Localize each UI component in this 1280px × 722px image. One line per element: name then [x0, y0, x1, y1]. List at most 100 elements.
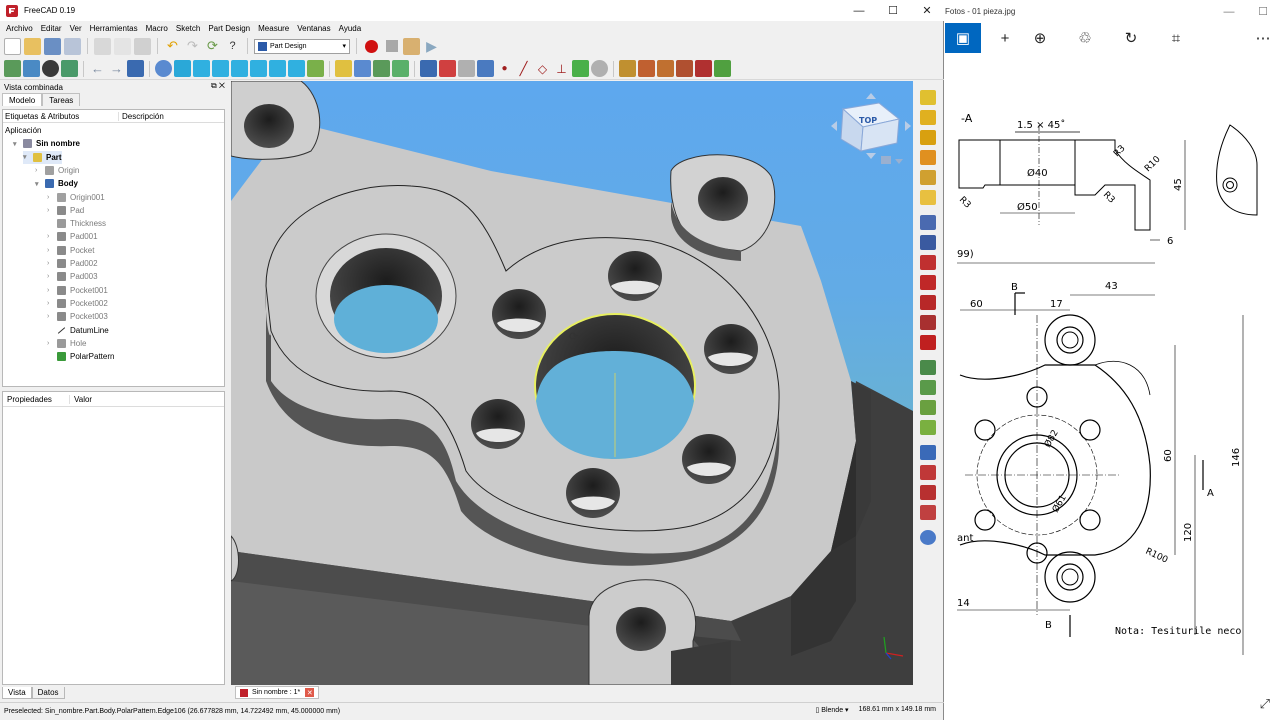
close-tab-icon[interactable]: ✕ [305, 688, 315, 697]
rotate-icon[interactable]: ↻ [1113, 23, 1149, 53]
minimize-button[interactable]: — [842, 0, 876, 21]
photos-maximize-button[interactable]: ☐ [1246, 0, 1280, 23]
save-as-icon[interactable] [64, 37, 81, 55]
zoom-icon[interactable] [155, 60, 172, 77]
thickness-icon[interactable] [920, 505, 936, 520]
tree-item-origin[interactable]: › Origin [35, 164, 79, 177]
3d-view[interactable]: ⟳ TOP [231, 81, 913, 685]
expand-icon[interactable]: ⤢ [1260, 696, 1270, 712]
expand-arrow-icon[interactable]: ▾ [23, 153, 31, 161]
linear-pattern-icon[interactable] [920, 380, 936, 395]
tree-item-origin001[interactable]: › Origin001 [47, 191, 105, 204]
more-icon[interactable]: ⋯ [1245, 23, 1280, 53]
tree-item-part[interactable]: ▾ Part [23, 150, 62, 164]
save-icon[interactable] [44, 37, 61, 55]
photos-minimize-button[interactable]: — [1212, 0, 1246, 23]
copy-icon[interactable] [114, 37, 131, 55]
property-header-value[interactable]: Valor [69, 394, 92, 404]
menu-macro[interactable]: Macro [142, 24, 172, 33]
expand-arrow-icon[interactable]: › [47, 287, 55, 294]
zoom-in-icon[interactable]: ⊕ [1022, 23, 1058, 53]
draft-icon[interactable] [920, 485, 936, 500]
menu-ventanas[interactable]: Ventanas [293, 24, 334, 33]
front-view-icon[interactable] [193, 60, 210, 77]
cut-icon[interactable] [94, 37, 111, 55]
isometric-icon[interactable] [174, 60, 191, 77]
create-sketch-icon[interactable] [439, 60, 456, 77]
clone-icon[interactable] [591, 60, 608, 77]
document-tab[interactable]: Sin nombre : 1* ✕ [235, 686, 320, 699]
stop-macro-icon[interactable] [383, 38, 400, 55]
new-file-icon[interactable] [4, 37, 21, 55]
menu-ver[interactable]: Ver [66, 24, 86, 33]
additive-helix-icon[interactable] [920, 170, 936, 185]
tree-header-labels[interactable]: Etiquetas & Atributos [3, 112, 118, 121]
tree-header-description[interactable]: Descripción [118, 111, 164, 121]
tree-item-pad[interactable]: › Pad [47, 204, 84, 217]
tab-datos[interactable]: Datos [31, 687, 65, 699]
sketch-tool-3-icon[interactable] [657, 60, 674, 77]
subtractive-loft-icon[interactable] [920, 275, 936, 290]
sketch-tool-2-icon[interactable] [638, 60, 655, 77]
create-group-icon[interactable] [354, 60, 371, 77]
polar-pattern-icon[interactable] [920, 400, 936, 415]
tab-tareas[interactable]: Tareas [42, 93, 81, 106]
local-cs-icon[interactable]: ⊥ [553, 60, 570, 77]
technical-drawing[interactable]: -A 1.5 × 45˚ Ø40 Ø50 R3 R10 R3 R3 45 6 9… [945, 55, 1280, 720]
workbench-view-icon[interactable] [127, 60, 144, 77]
pocket-tool-icon[interactable] [920, 215, 936, 230]
additive-loft-icon[interactable] [920, 130, 936, 145]
tree-item-pocket003[interactable]: › Pocket003 [47, 310, 108, 323]
fit-all-icon[interactable] [4, 60, 21, 77]
menu-sketch[interactable]: Sketch [172, 24, 204, 33]
sketch-tool-6-icon[interactable] [714, 60, 731, 77]
tree-item-polarpattern[interactable]: PolarPattern [47, 350, 114, 363]
tree-item-thickness[interactable]: Thickness [47, 217, 106, 230]
bottom-view-icon[interactable] [269, 60, 286, 77]
create-part-icon[interactable] [335, 60, 352, 77]
expand-arrow-icon[interactable]: ▾ [35, 180, 43, 188]
tree-item-datumline[interactable]: DatumLine [47, 324, 109, 337]
tab-vista[interactable]: Vista [2, 687, 32, 699]
delete-icon[interactable]: ♲ [1067, 23, 1103, 53]
property-header-name[interactable]: Propiedades [3, 395, 69, 404]
navigation-cube[interactable]: TOP [831, 93, 911, 164]
expand-arrow-icon[interactable]: › [47, 313, 55, 320]
expand-arrow-icon[interactable]: › [47, 194, 55, 201]
top-view-icon[interactable] [212, 60, 229, 77]
plus-icon[interactable]: + [987, 23, 1023, 53]
multi-transform-icon[interactable] [920, 420, 936, 435]
sketch-tool-1-icon[interactable] [619, 60, 636, 77]
tree-item-pad001[interactable]: › Pad001 [47, 230, 98, 243]
expand-arrow-icon[interactable]: › [47, 247, 55, 254]
fillet-icon[interactable] [920, 445, 936, 460]
subtractive-primitive-icon[interactable] [920, 335, 936, 350]
boolean-icon[interactable] [920, 530, 936, 545]
link-actions-icon[interactable] [392, 60, 409, 77]
validate-sketch-icon[interactable] [458, 60, 475, 77]
tree-item-sin-nombre[interactable]: ▾ Sin nombre [13, 137, 80, 150]
menu-ayuda[interactable]: Ayuda [335, 24, 366, 33]
record-macro-icon[interactable] [363, 38, 380, 55]
additive-primitive-icon[interactable] [920, 190, 936, 205]
tree-item-body[interactable]: ▾ Body [35, 177, 78, 190]
menu-archivo[interactable]: Archivo [2, 24, 37, 33]
link-icon[interactable] [373, 60, 390, 77]
redo-icon[interactable]: ↷ [184, 38, 201, 55]
workbench-selector[interactable]: Part Design ▾ [254, 38, 350, 54]
additive-pipe-icon[interactable] [920, 150, 936, 165]
sketch-tool-4-icon[interactable] [676, 60, 693, 77]
tree-item-hole[interactable]: › Hole [47, 337, 86, 350]
menu-part-design[interactable]: Part Design [204, 24, 254, 33]
rear-view-icon[interactable] [250, 60, 267, 77]
tree-item-pad003[interactable]: › Pad003 [47, 270, 98, 283]
tree-item-pocket002[interactable]: › Pocket002 [47, 297, 108, 310]
mirrored-icon[interactable] [920, 360, 936, 375]
chamfer-icon[interactable] [920, 465, 936, 480]
3d-model-render[interactable]: ⟳ TOP [231, 81, 913, 685]
expand-arrow-icon[interactable]: › [35, 167, 43, 174]
datum-line-icon[interactable]: ╱ [515, 60, 532, 77]
refresh-icon[interactable]: ⟳ [204, 38, 221, 55]
datum-point-icon[interactable]: ● [496, 60, 513, 77]
subtractive-pipe-icon[interactable] [920, 295, 936, 310]
